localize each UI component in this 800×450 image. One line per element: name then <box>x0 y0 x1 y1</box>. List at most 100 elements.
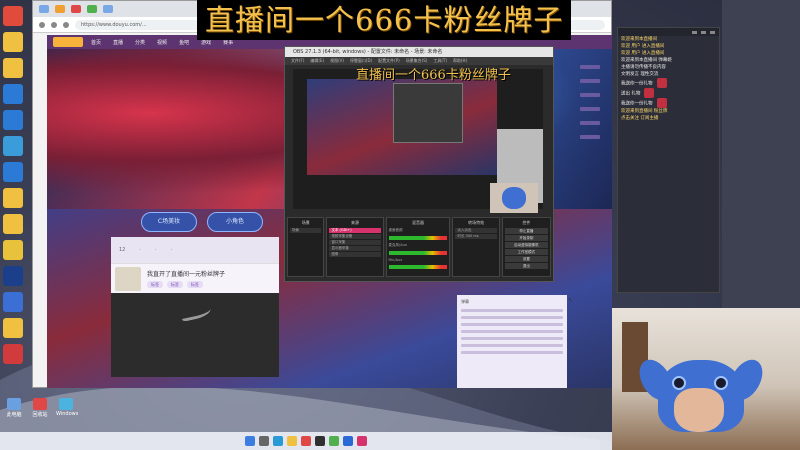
sidebar-item[interactable] <box>580 121 600 125</box>
sidebar-item[interactable] <box>580 65 600 69</box>
site-nav-item[interactable]: 鱼吧 <box>179 39 189 46</box>
desktop-shortcut[interactable]: 回收站 <box>30 398 50 418</box>
obs-menu-item[interactable]: 编辑(E) <box>310 58 324 64</box>
recycle-bin-icon <box>33 398 47 410</box>
computer-icon <box>7 398 21 410</box>
category-pill-left[interactable]: C场美妆 <box>141 212 197 232</box>
scenes-dock: 场景 场景 <box>287 217 325 277</box>
folder-icon[interactable] <box>3 318 23 338</box>
panel-stats: 12 · · · <box>111 237 279 263</box>
site-nav-item[interactable]: 直播 <box>113 39 123 46</box>
app-icon[interactable] <box>357 436 367 446</box>
folder-icon[interactable] <box>3 188 23 208</box>
source-item[interactable]: 文本 (GDI+) <box>329 228 381 233</box>
sidebar-item[interactable] <box>580 135 600 139</box>
search-icon[interactable] <box>259 436 269 446</box>
browser-tab[interactable] <box>55 5 65 13</box>
dock-header: 场景 <box>301 220 310 225</box>
streamer-face <box>674 388 724 432</box>
chat-line <box>461 344 563 347</box>
mixer-label: 桌面音频 <box>388 228 403 232</box>
studio-mode-button[interactable]: 工作室模式 <box>504 249 548 255</box>
site-sidebar <box>575 65 605 385</box>
settings-button[interactable]: 设置 <box>504 256 548 262</box>
chat-line <box>461 323 563 326</box>
site-logo[interactable] <box>53 37 83 47</box>
audio-meter <box>388 251 448 255</box>
app-icon[interactable] <box>301 436 311 446</box>
explorer-icon[interactable] <box>287 436 297 446</box>
source-item[interactable]: 视频采集设备 <box>329 234 381 239</box>
stat-count: 12 <box>119 247 126 253</box>
browser-tab[interactable] <box>39 5 49 13</box>
obs-preview-webcam <box>490 183 538 213</box>
desktop-shortcut[interactable]: Windows <box>56 398 78 418</box>
app-icon[interactable] <box>329 436 339 446</box>
close-icon[interactable] <box>710 30 715 34</box>
refresh-icon[interactable] <box>63 21 69 28</box>
stream-tag: 标签 <box>147 281 163 288</box>
transition-select[interactable]: 淡入淡出 <box>455 228 497 233</box>
danmaku-line: 送出 礼物 <box>618 88 719 98</box>
stream-title: 我直开了直播间一元粉丝牌子 <box>147 271 226 278</box>
audio-meter <box>388 265 448 269</box>
source-item[interactable]: 窗口采集 <box>329 240 381 245</box>
sidebar-item[interactable] <box>580 107 600 111</box>
obs-icon[interactable] <box>315 436 325 446</box>
obs-menu-item[interactable]: 文件(F) <box>291 58 304 64</box>
folder-icon[interactable] <box>3 58 23 78</box>
browser-tab[interactable] <box>87 5 97 13</box>
site-nav-item[interactable]: 首页 <box>91 39 101 46</box>
stream-thumbnail <box>115 266 141 291</box>
sidebar-item[interactable] <box>580 93 600 97</box>
browser-tab[interactable] <box>103 5 113 13</box>
dock-header: 混音器 <box>412 220 424 225</box>
stitch-eye <box>714 376 728 390</box>
browser-tab[interactable] <box>71 5 81 13</box>
stop-streaming-button[interactable]: 停止直播 <box>504 228 548 234</box>
sidebar-item[interactable] <box>580 79 600 83</box>
danmaku-line: 欢迎 用户 进入直播间 <box>621 44 665 49</box>
chat-line <box>461 337 563 340</box>
back-icon[interactable] <box>39 21 45 28</box>
cursor-icon: ↖ <box>568 297 574 304</box>
danmaku-list: 欢迎来到本直播间 欢迎 用户 进入直播间 欢迎 用户 进入直播间 欢迎来到本直播间 弹… <box>618 36 719 122</box>
danmaku-line: 点击关注 订阅主播 <box>621 116 659 121</box>
edge-icon[interactable] <box>273 436 283 446</box>
virtual-camera-button[interactable]: 启动虚拟摄像机 <box>504 242 548 248</box>
chat-header: 弹幕 <box>461 299 469 304</box>
app-icon[interactable] <box>3 344 23 364</box>
transition-duration[interactable]: 时长 300 ms <box>455 234 497 239</box>
stream-tag: 标签 <box>186 281 203 288</box>
start-recording-button[interactable]: 开始录制 <box>504 235 548 241</box>
app-icon[interactable] <box>3 292 23 312</box>
desktop-shortcut[interactable]: 此电脑 <box>4 398 24 418</box>
exit-button[interactable]: 退出 <box>504 263 548 269</box>
app-icon[interactable] <box>3 84 23 104</box>
app-icon[interactable] <box>3 162 23 182</box>
danmaku-titlebar <box>618 28 719 36</box>
start-icon[interactable] <box>245 436 255 446</box>
category-pill-right[interactable]: 小角色 <box>207 212 263 232</box>
source-item[interactable]: 图像 <box>329 252 381 257</box>
folder-icon[interactable] <box>3 32 23 52</box>
settings-icon[interactable] <box>701 30 706 34</box>
app-icon[interactable] <box>3 110 23 130</box>
steam-icon[interactable] <box>3 266 23 286</box>
chat-line <box>461 316 563 319</box>
site-nav-item[interactable]: 视频 <box>157 39 167 46</box>
site-nav-item[interactable]: 分类 <box>135 39 145 46</box>
source-item[interactable]: 显示器采集 <box>329 246 381 251</box>
app-icon[interactable] <box>3 6 23 26</box>
pin-icon[interactable] <box>692 30 697 34</box>
app-icon[interactable] <box>3 240 23 260</box>
scene-item[interactable]: 场景 <box>290 228 322 233</box>
forward-icon[interactable] <box>51 21 57 28</box>
folder-icon[interactable] <box>3 214 23 234</box>
obs-menu-item[interactable]: 视图(V) <box>330 58 344 64</box>
app-icon[interactable] <box>343 436 353 446</box>
obs-preview-title-text: 直播间一个666卡粉丝牌子 <box>356 68 511 83</box>
stream-card[interactable]: 我直开了直播间一元粉丝牌子 标签 标签 标签 <box>111 263 279 293</box>
app-icon[interactable] <box>3 136 23 156</box>
gift-icon <box>656 78 667 88</box>
